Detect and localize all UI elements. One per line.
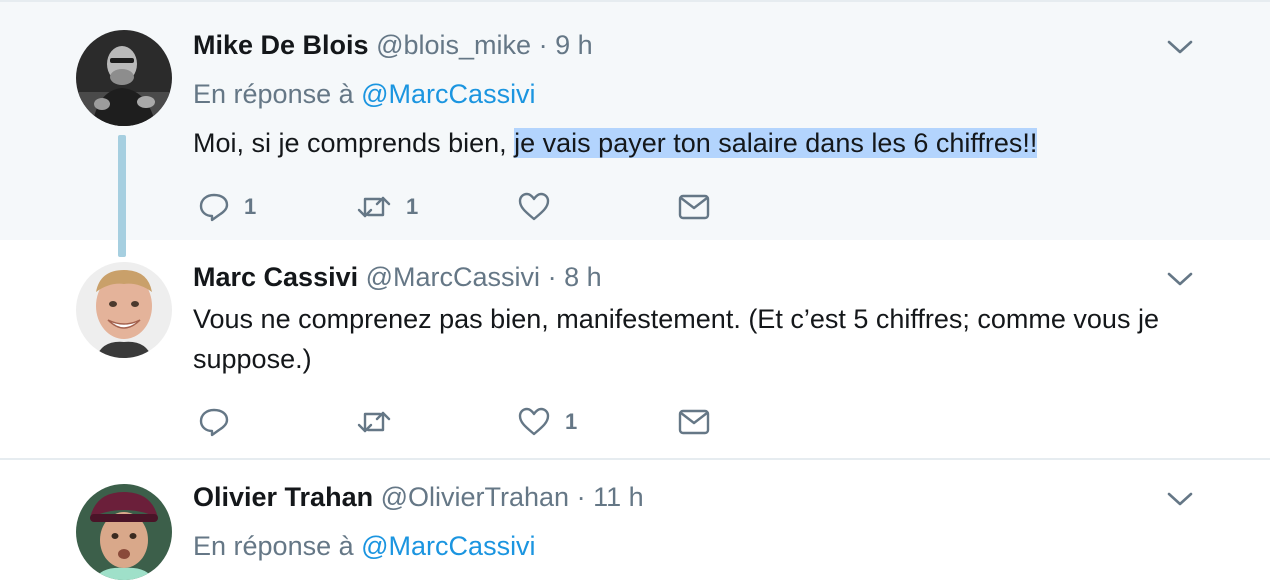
reply-mention-link[interactable]: @MarcCassivi bbox=[361, 531, 535, 561]
avatar[interactable] bbox=[76, 484, 172, 580]
conversation-timeline: Mike De Blois @blois_mike · 9 h En répon… bbox=[0, 0, 1270, 580]
reply-prefix: En réponse à bbox=[193, 79, 354, 109]
avatar-photo-icon bbox=[76, 484, 172, 580]
author-fullname[interactable]: Marc Cassivi bbox=[193, 262, 358, 292]
chevron-down-icon[interactable] bbox=[1166, 490, 1194, 508]
tweet-text-selected: je vais payer ton salaire dans les 6 chi… bbox=[514, 128, 1038, 158]
retweet-icon bbox=[357, 411, 391, 433]
avatar[interactable] bbox=[76, 30, 172, 126]
author-fullname[interactable]: Olivier Trahan bbox=[193, 482, 373, 512]
reply-icon bbox=[199, 193, 229, 222]
retweet-count: 1 bbox=[406, 194, 419, 219]
tweet-header: Olivier Trahan @OlivierTrahan · 11 h bbox=[193, 480, 644, 514]
tweet-header: Marc Cassivi @MarcCassivi · 8 h bbox=[193, 260, 602, 294]
like-button[interactable]: 1 bbox=[517, 402, 577, 442]
avatar[interactable] bbox=[76, 262, 172, 358]
separator-dot: · bbox=[547, 262, 557, 292]
reply-prefix: En réponse à bbox=[193, 531, 354, 561]
tweet-timestamp[interactable]: 8 h bbox=[564, 262, 602, 292]
message-icon bbox=[678, 409, 710, 435]
author-handle[interactable]: @MarcCassivi bbox=[366, 262, 540, 292]
like-button[interactable] bbox=[517, 187, 565, 227]
avatar-photo-icon bbox=[76, 30, 172, 126]
reply-button[interactable]: 1 bbox=[198, 187, 256, 227]
reply-icon bbox=[199, 408, 229, 437]
like-icon bbox=[518, 407, 550, 436]
tweet-timestamp[interactable]: 11 h bbox=[593, 482, 644, 512]
direct-message-button[interactable] bbox=[678, 187, 710, 227]
separator-dot: · bbox=[538, 30, 548, 60]
reply-context: En réponse à @MarcCassivi bbox=[193, 529, 536, 563]
tweet-text-plain: Moi, si je comprends bien, bbox=[193, 128, 515, 158]
chevron-down-icon[interactable] bbox=[1166, 270, 1194, 288]
reply-count: 1 bbox=[244, 194, 257, 219]
like-count: 1 bbox=[565, 409, 578, 434]
retweet-button[interactable]: 1 bbox=[356, 187, 418, 227]
tweet-mike-de-blois[interactable]: Mike De Blois @blois_mike · 9 h En répon… bbox=[0, 0, 1270, 242]
direct-message-button[interactable] bbox=[678, 402, 710, 442]
tweet-olivier-trahan[interactable]: Olivier Trahan @OlivierTrahan · 11 h En … bbox=[0, 460, 1270, 580]
tweet-text: Vous ne comprenez pas bien, manifestemen… bbox=[193, 304, 1159, 374]
avatar-photo-icon bbox=[76, 262, 172, 358]
message-icon bbox=[678, 194, 710, 220]
reply-button[interactable] bbox=[198, 402, 244, 442]
tweet-timestamp[interactable]: 9 h bbox=[555, 30, 593, 60]
author-fullname[interactable]: Mike De Blois bbox=[193, 30, 369, 60]
tweet-actions: 1 bbox=[193, 402, 753, 442]
tweet-text: Moi, si je comprends bien, je vais payer… bbox=[193, 123, 1193, 163]
reply-mention-link[interactable]: @MarcCassivi bbox=[361, 79, 535, 109]
author-handle[interactable]: @OlivierTrahan bbox=[381, 482, 569, 512]
tweet-actions: 1 1 bbox=[193, 187, 753, 227]
tweet-header: Mike De Blois @blois_mike · 9 h bbox=[193, 28, 593, 62]
tweet-marc-cassivi[interactable]: Marc Cassivi @MarcCassivi · 8 h Vous ne … bbox=[0, 240, 1270, 460]
retweet-button[interactable] bbox=[356, 402, 406, 442]
thread-connector bbox=[118, 135, 126, 257]
retweet-icon bbox=[357, 196, 391, 218]
separator-dot: · bbox=[576, 482, 586, 512]
like-icon bbox=[518, 192, 550, 221]
chevron-down-icon[interactable] bbox=[1166, 38, 1194, 56]
reply-context: En réponse à @MarcCassivi bbox=[193, 77, 536, 111]
author-handle[interactable]: @blois_mike bbox=[376, 30, 531, 60]
